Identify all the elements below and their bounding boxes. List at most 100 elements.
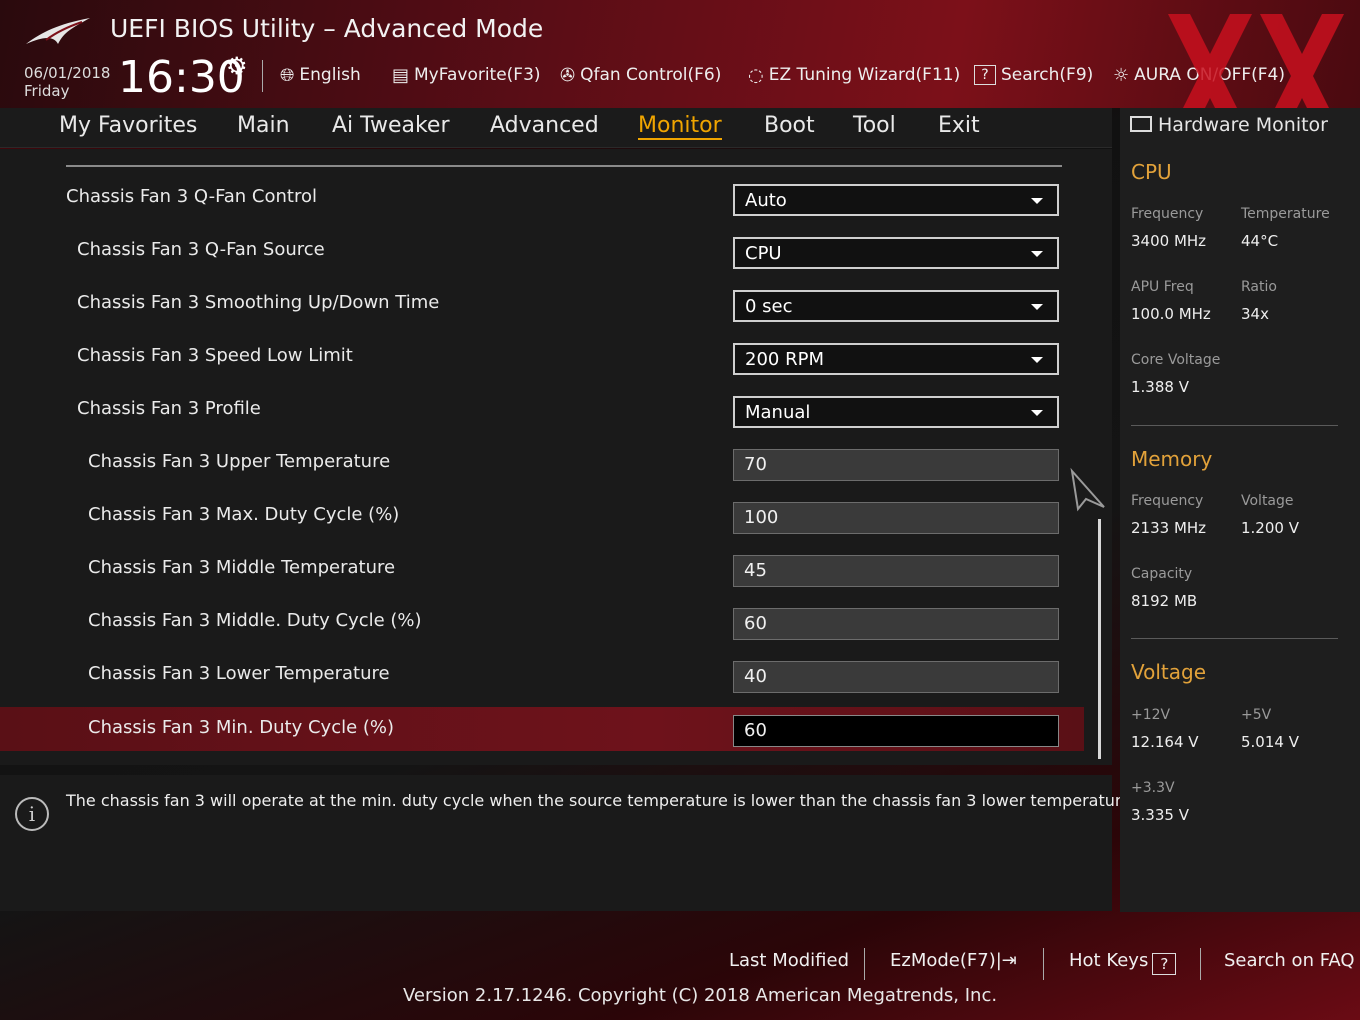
list-icon: ▤ [392,64,410,86]
qfan-label: Qfan Control(F6) [580,65,722,85]
search-button[interactable]: ? Search(F9) [974,62,1093,88]
setting-row-middle-temp[interactable]: Chassis Fan 3 Middle Temperature 45 [0,547,1084,591]
search-label: Search(F9) [1001,65,1094,85]
ezmode-label: EzMode(F7)| [890,950,1002,971]
setting-row-max-duty[interactable]: Chassis Fan 3 Max. Duty Cycle (%) 100 [0,494,1084,538]
capacity-value: 8192 MB [1131,592,1198,610]
qfan-control-select[interactable]: Auto [733,184,1059,216]
cpu-heading: CPU [1131,160,1172,184]
setting-label: Chassis Fan 3 Lower Temperature [88,663,390,684]
v12-label: +12V [1131,707,1171,723]
hot-keys-label: Hot Keys [1069,950,1149,971]
ratio-value: 34x [1241,305,1269,323]
v33-value: 3.335 V [1131,806,1189,824]
mem-frequency-label: Frequency [1131,493,1204,509]
tab-ai-tweaker[interactable]: Ai Tweaker [332,113,450,138]
cpu-frequency-value: 3400 MHz [1131,232,1207,250]
setting-label: Chassis Fan 3 Speed Low Limit [77,345,353,366]
tab-exit[interactable]: Exit [938,113,980,138]
tab-tool[interactable]: Tool [853,113,896,138]
cpu-frequency-label: Frequency [1131,206,1204,222]
dropdown-arrow-icon [1031,357,1043,363]
setting-label: Chassis Fan 3 Q-Fan Control [66,186,317,207]
setting-row-min-duty[interactable]: Chassis Fan 3 Min. Duty Cycle (%) 60 [0,707,1084,751]
voltage-heading: Voltage [1131,660,1207,684]
section-divider [66,165,1062,167]
tab-main[interactable]: Main [237,113,290,138]
ratio-label: Ratio [1241,279,1277,295]
lightbulb-icon: ◌ [748,64,764,86]
speed-low-limit-select[interactable]: 200 RPM [733,343,1059,375]
dropdown-arrow-icon [1031,198,1043,204]
mouse-cursor-icon [1070,467,1105,512]
setting-label: Chassis Fan 3 Middle. Duty Cycle (%) [88,610,422,631]
tab-my-favorites[interactable]: My Favorites [59,113,197,138]
tab-monitor[interactable]: Monitor [638,113,722,140]
rog-logo-icon [26,18,90,44]
select-value: 200 RPM [745,349,824,370]
last-modified-button[interactable]: Last Modified [729,950,849,971]
min-duty-input[interactable]: 60 [733,715,1059,747]
monitor-icon [1130,116,1152,132]
setting-label: Chassis Fan 3 Middle Temperature [88,557,396,578]
select-value: Manual [745,402,811,423]
language-button[interactable]: 🌐︎ English [280,62,361,88]
version-text: Version 2.17.1246. Copyright (C) 2018 Am… [403,985,998,1006]
main-nav: My Favorites Main Ai Tweaker Advanced Mo… [0,108,1112,148]
setting-row-speed-low-limit[interactable]: Chassis Fan 3 Speed Low Limit 200 RPM [0,335,1084,379]
mem-voltage-label: Voltage [1241,493,1294,509]
settings-panel: Chassis Fan 3 Q-Fan Control Auto Chassis… [0,149,1112,765]
ez-tuning-button[interactable]: ◌ EZ Tuning Wizard(F11) [748,62,960,88]
tab-boot[interactable]: Boot [764,113,815,138]
apu-freq-value: 100.0 MHz [1131,305,1211,323]
setting-row-profile[interactable]: Chassis Fan 3 Profile Manual [0,388,1084,432]
middle-temp-input[interactable]: 45 [733,555,1059,587]
search-faq-button[interactable]: Search on FAQ [1224,950,1355,971]
select-value: Auto [745,190,787,211]
scrollbar[interactable] [1098,519,1101,759]
setting-row-lower-temp[interactable]: Chassis Fan 3 Lower Temperature 40 [0,653,1084,697]
help-box-icon: ? [1152,953,1177,975]
footer-bar: Last Modified EzMode(F7)|⇥ Hot Keys? Sea… [0,912,1360,1020]
smoothing-select[interactable]: 0 sec [733,290,1059,322]
middle-duty-input[interactable]: 60 [733,608,1059,640]
dropdown-arrow-icon [1031,410,1043,416]
app-title: UEFI BIOS Utility – Advanced Mode [110,14,544,43]
max-duty-input[interactable]: 100 [733,502,1059,534]
footer-divider [864,948,865,980]
select-value: CPU [745,243,782,264]
mem-voltage-value: 1.200 V [1241,519,1299,537]
cpu-temperature-label: Temperature [1241,206,1330,222]
setting-row-upper-temp[interactable]: Chassis Fan 3 Upper Temperature 70 [0,441,1084,485]
day-text: Friday [24,82,70,100]
memory-heading: Memory [1131,447,1213,471]
upper-temp-input[interactable]: 70 [733,449,1059,481]
gear-icon[interactable]: ⚙ [226,52,248,80]
v5-label: +5V [1241,707,1272,723]
profile-select[interactable]: Manual [733,396,1059,428]
setting-row-qfan-control[interactable]: Chassis Fan 3 Q-Fan Control Auto [0,176,1084,220]
hot-keys-button[interactable]: Hot Keys? [1069,950,1177,975]
footer-divider [1043,948,1044,980]
ez-tuning-label: EZ Tuning Wizard(F11) [768,65,961,85]
qfan-control-button[interactable]: ✇ Qfan Control(F6) [560,62,721,88]
setting-label: Chassis Fan 3 Q-Fan Source [77,239,325,260]
setting-row-qfan-source[interactable]: Chassis Fan 3 Q-Fan Source CPU [0,229,1084,273]
footer-divider [1200,948,1201,980]
setting-row-middle-duty[interactable]: Chassis Fan 3 Middle. Duty Cycle (%) 60 [0,600,1084,644]
qfan-source-select[interactable]: CPU [733,237,1059,269]
apu-freq-label: APU Freq [1131,279,1194,295]
hw-title-text: Hardware Monitor [1158,114,1328,136]
globe-icon: 🌐︎ [280,64,295,86]
lower-temp-input[interactable]: 40 [733,661,1059,693]
core-voltage-label: Core Voltage [1131,352,1221,368]
myfavorite-button[interactable]: ▤ MyFavorite(F3) [392,62,541,88]
fan-icon: ✇ [560,64,576,86]
select-value: 0 sec [745,296,793,317]
hw-divider [1131,638,1338,639]
setting-row-smoothing[interactable]: Chassis Fan 3 Smoothing Up/Down Time 0 s… [0,282,1084,326]
tab-advanced[interactable]: Advanced [490,113,599,138]
ezmode-button[interactable]: EzMode(F7)|⇥ [890,950,1017,971]
myfavorite-label: MyFavorite(F3) [414,65,541,85]
v5-value: 5.014 V [1241,733,1299,751]
